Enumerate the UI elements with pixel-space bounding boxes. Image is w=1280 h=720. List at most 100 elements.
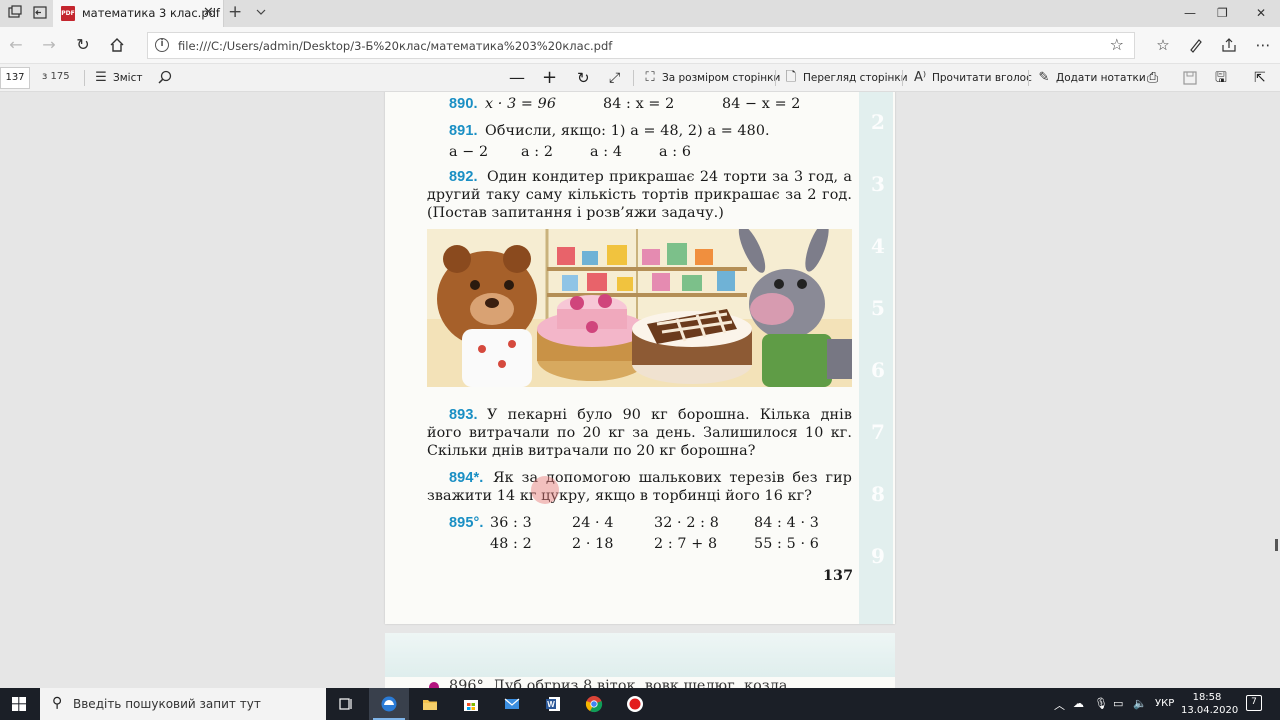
bakers-illustration	[427, 229, 852, 387]
strip-number: 4	[871, 234, 885, 258]
taskbar-explorer[interactable]	[410, 688, 450, 720]
forward-button[interactable]: →	[39, 35, 59, 55]
contents-button[interactable]: ☰ Зміст	[93, 68, 142, 88]
taskbar-store[interactable]	[451, 688, 491, 720]
strip-number: 3	[871, 172, 885, 196]
strip-number: 2	[871, 110, 885, 134]
folder-icon	[423, 700, 437, 710]
close-tab-icon[interactable]: ✕	[203, 5, 214, 20]
tab-active-pdf[interactable]: PDF математика 3 клас.pdf ✕	[53, 0, 224, 27]
problem-890: 890.	[449, 96, 478, 112]
read-aloud-button[interactable]: A⁾ Прочитати вголос	[912, 68, 1032, 88]
set-aside-tabs-icon[interactable]	[31, 4, 49, 22]
fullscreen-button[interactable]: ⤢	[609, 68, 620, 88]
taskbar-mail[interactable]	[492, 688, 532, 720]
page-number-input[interactable]: 137	[0, 67, 30, 89]
problem-text: Обчисли, якщо: 1) a = 48, 2) a = 480.	[485, 123, 770, 139]
expression: 2 · 18	[572, 536, 614, 552]
expression: 2 : 7 + 8	[654, 536, 718, 552]
problem-894: 894*.	[449, 470, 483, 486]
window-close-button[interactable]: ✕	[1256, 6, 1266, 20]
problem-text: Скільки днів витрачали по 20 кг борошна?	[427, 443, 756, 459]
pen-icon[interactable]	[1186, 35, 1206, 55]
svg-text:W: W	[547, 700, 555, 709]
print-icon[interactable]: ⎙	[1147, 68, 1158, 88]
restore-button[interactable]: ❐	[1217, 6, 1228, 20]
problem-text: Один кондитер прикрашає 24 торти за 3 го…	[487, 169, 852, 185]
zoom-in-button[interactable]: +	[542, 68, 557, 88]
page-icon: 🗋	[785, 70, 797, 85]
add-notes-button[interactable]: ✎ Додати нотатки	[1036, 68, 1146, 88]
save-icon[interactable]	[1182, 68, 1198, 88]
microphone-icon[interactable]: 🎙	[1094, 697, 1108, 710]
tab-actions-icon[interactable]	[6, 4, 24, 22]
clock-time: 18:58	[1192, 692, 1222, 703]
battery-icon[interactable]: ▭	[1113, 697, 1123, 710]
new-tab-button[interactable]: +	[228, 2, 242, 22]
edge-icon	[381, 696, 397, 712]
clock[interactable]: 18:58 13.04.2020	[1181, 691, 1238, 717]
pdf-viewport[interactable]: 2 3 4 5 6 7 8 9 890. x · 3 = 96 84 : x =…	[0, 92, 1280, 688]
taskbar-search[interactable]: ⚲ Введіть пошуковий запит тут	[40, 688, 326, 720]
problem-text: його витрачали по 20 кг за день. Залишил…	[427, 425, 852, 441]
task-view-button[interactable]	[326, 688, 366, 720]
separator	[902, 70, 903, 86]
volume-icon[interactable]: 🔈	[1133, 697, 1147, 710]
zoom-out-button[interactable]: —	[509, 68, 525, 88]
favorite-star-icon[interactable]: ☆	[1110, 35, 1124, 54]
mail-icon	[504, 698, 520, 709]
minimize-button[interactable]: —	[1184, 6, 1196, 20]
search-placeholder: Введіть пошуковий запит тут	[73, 697, 261, 711]
more-icon[interactable]: ⋯	[1253, 35, 1273, 55]
taskbar-recorder[interactable]	[615, 688, 655, 720]
equation: x · 3 = 96	[485, 96, 557, 112]
refresh-button[interactable]: ↻	[73, 35, 93, 55]
expression: 84 : 4 · 3	[754, 515, 819, 531]
next-page-text: 896°. Дуб обгриз 8 віток, вовк шелюг, ко…	[449, 678, 788, 688]
taskbar-edge[interactable]	[369, 688, 409, 720]
page-total: з 175	[42, 71, 70, 82]
back-button[interactable]: ←	[6, 35, 26, 55]
windows-start-icon[interactable]	[12, 697, 26, 711]
fit-to-page-button[interactable]: ⛶ За розміром сторінки	[642, 68, 780, 88]
info-icon[interactable]: i	[155, 38, 169, 52]
equation: 84 : x = 2	[603, 96, 675, 112]
problem-text: (Постав запитання і розв’яжи задачу.)	[427, 205, 724, 221]
fit-page-icon: ⛶	[645, 70, 655, 85]
read-aloud-icon: A⁾	[913, 70, 927, 85]
expression: 36 : 3	[490, 515, 532, 531]
separator	[84, 70, 85, 86]
notifications-icon[interactable]: 7	[1246, 695, 1262, 711]
pdf-icon: PDF	[61, 6, 75, 21]
favorites-icon[interactable]: ☆	[1153, 35, 1173, 55]
strip-number: 5	[871, 296, 885, 320]
url-text: file:///C:/Users/admin/Desktop/3-Б%20кла…	[178, 39, 613, 53]
rotate-button[interactable]: ↻	[577, 68, 590, 88]
next-pdf-page: 896°. Дуб обгриз 8 віток, вовк шелюг, ко…	[385, 633, 895, 688]
pen-icon: ✎	[1038, 70, 1050, 85]
page-view-button[interactable]: 🗋 Перегляд сторінки	[783, 68, 908, 88]
expression: 32 · 2 : 8	[654, 515, 719, 531]
separator	[775, 70, 776, 86]
taskbar-chrome[interactable]	[574, 688, 614, 720]
tray-chevron-icon[interactable]: ︿	[1054, 697, 1065, 713]
title-bar: PDF математика 3 клас.pdf ✕ + — ❐ ✕	[0, 0, 1280, 27]
taskbar-word[interactable]: W	[533, 688, 573, 720]
store-icon	[464, 700, 478, 711]
url-field[interactable]: i file:///C:/Users/admin/Desktop/3-Б%20к…	[147, 32, 1135, 59]
share-icon[interactable]	[1219, 35, 1239, 55]
save-as-icon[interactable]: 🖫	[1215, 68, 1227, 88]
scrollbar-thumb[interactable]	[1275, 539, 1278, 551]
search-icon[interactable]	[157, 68, 173, 88]
network-alert-icon[interactable]: ☁	[1073, 697, 1084, 710]
strip-number: 8	[871, 482, 885, 506]
chevron-down-icon[interactable]	[255, 6, 267, 18]
pin-toolbar-icon[interactable]: ⇱	[1254, 68, 1266, 88]
expression: 24 · 4	[572, 515, 614, 531]
expression: a : 6	[659, 144, 692, 160]
problem-number: 894*.	[449, 470, 484, 486]
strip-number: 9	[871, 544, 885, 568]
home-icon[interactable]	[107, 35, 127, 55]
page-header-band	[385, 633, 895, 677]
language-indicator[interactable]: УКР	[1155, 698, 1174, 709]
